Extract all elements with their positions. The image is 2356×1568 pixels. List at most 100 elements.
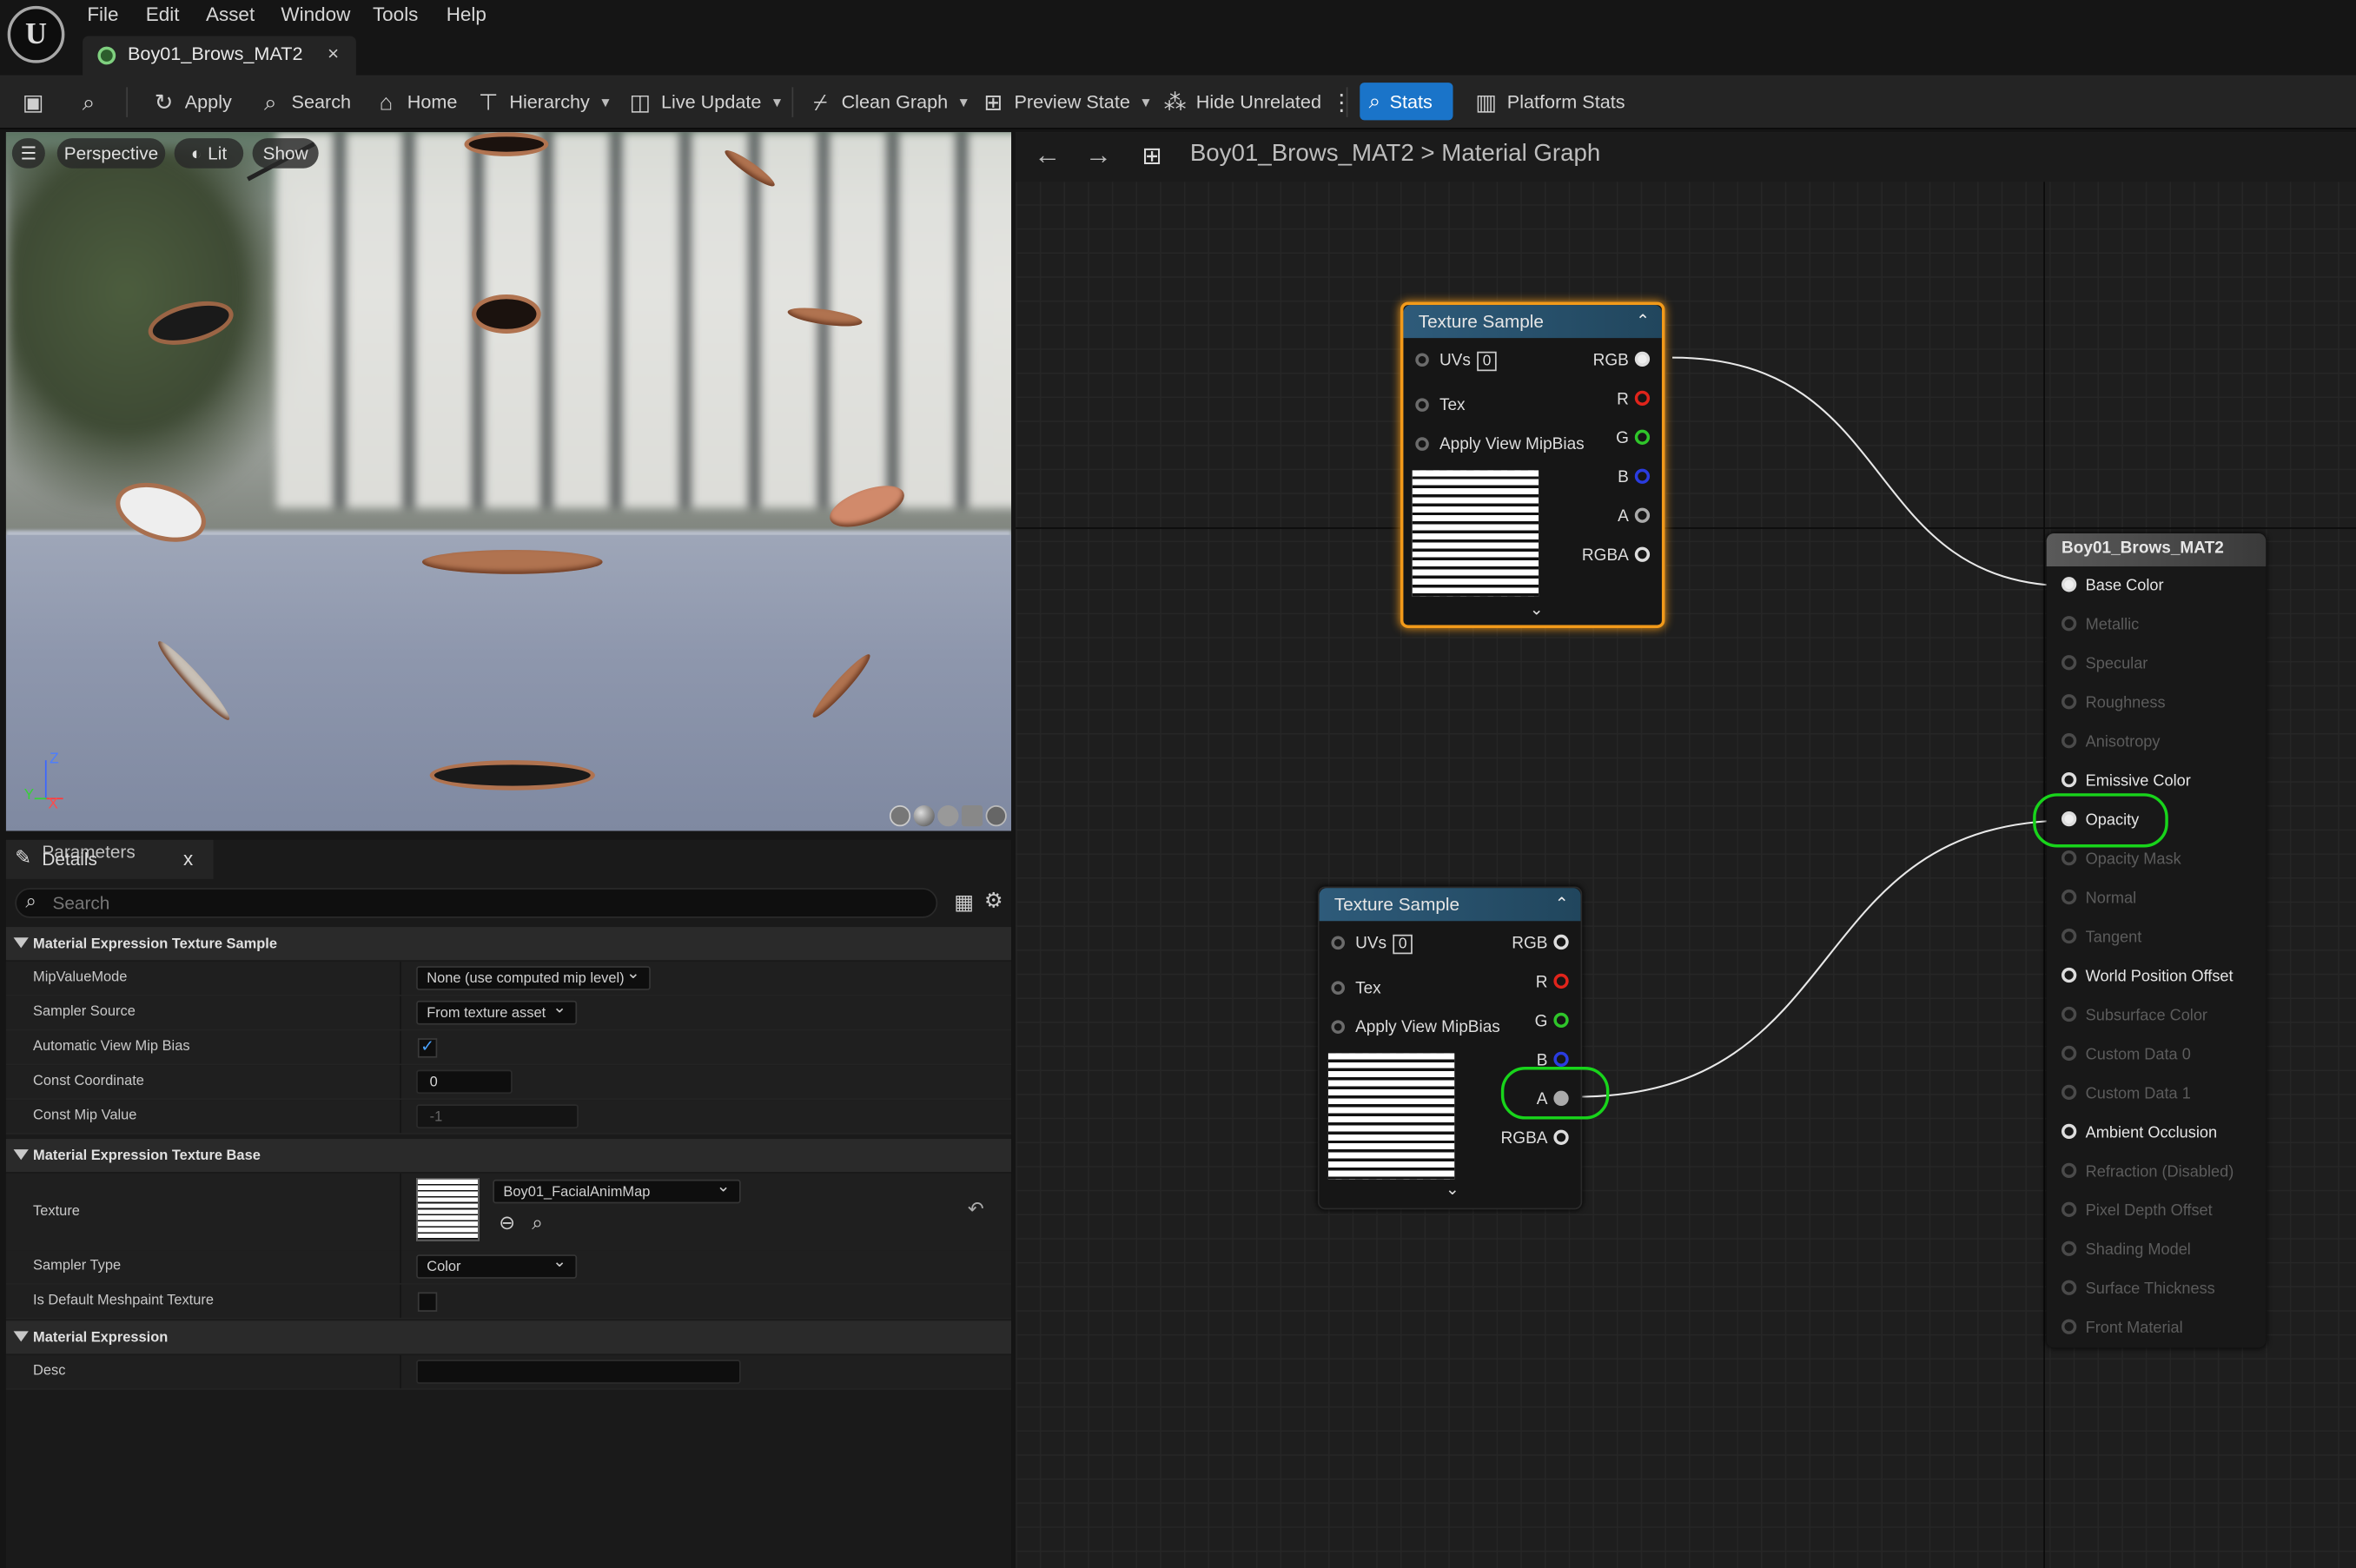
platform-stats-button[interactable]: ▥ Platform Stats bbox=[1474, 75, 1625, 129]
texture-sample-node-1[interactable]: Texture Sample ⌃ UVs 0 Tex Apply View MipB… bbox=[1400, 301, 1665, 628]
collapse-chevron-icon[interactable]: ⌃ bbox=[1555, 894, 1569, 914]
settings-gear-icon[interactable]: ⚙ bbox=[984, 888, 1003, 913]
auto-view-mip-bias-checkbox[interactable]: ✓ bbox=[417, 1038, 438, 1058]
output-pin-g[interactable]: G bbox=[1616, 429, 1651, 447]
expand-chevron-icon[interactable]: ⌄ bbox=[1530, 599, 1544, 619]
material-input-pin[interactable]: Anisotropy bbox=[2061, 733, 2160, 751]
menu-window[interactable]: Window bbox=[281, 3, 350, 25]
material-input-pin[interactable]: Custom Data 0 bbox=[2061, 1045, 2191, 1064]
lit-button[interactable]: ◐ Lit bbox=[174, 138, 244, 169]
input-pin-mipbias[interactable]: Apply View MipBias bbox=[1415, 436, 1585, 453]
material-result-node[interactable]: Boy01_Brows_MAT2 Base Color Metallic Specu… bbox=[2046, 533, 2267, 1348]
output-pin-r[interactable]: R bbox=[1536, 973, 1569, 992]
save-button[interactable]: ▣ bbox=[21, 75, 45, 129]
texture-thumbnail[interactable] bbox=[416, 1177, 480, 1241]
mip-value-mode-dropdown[interactable]: None (use computed mip level) bbox=[416, 963, 651, 990]
use-selected-asset-icon[interactable]: ⊖ bbox=[499, 1211, 515, 1235]
texture-asset-dropdown[interactable]: Boy01_FacialAnimMap bbox=[493, 1176, 741, 1204]
const-mip-value-input[interactable]: -1 bbox=[416, 1104, 579, 1128]
teapot-preview-icon[interactable] bbox=[985, 805, 1007, 827]
material-input-pin[interactable]: Custom Data 1 bbox=[2061, 1084, 2191, 1103]
stats-button[interactable]: ⌕ Stats bbox=[1360, 83, 1453, 121]
material-input-pin[interactable]: Specular bbox=[2061, 655, 2148, 673]
sampler-source-dropdown[interactable]: From texture asset bbox=[416, 997, 578, 1025]
material-input-pin[interactable]: Roughness bbox=[2061, 694, 2166, 712]
hide-unrelated-button[interactable]: ⁂ Hide Unrelated ⋮ bbox=[1163, 75, 1353, 129]
menu-asset[interactable]: Asset bbox=[206, 3, 255, 25]
sphere-preview-icon[interactable] bbox=[913, 805, 935, 827]
collapse-chevron-icon[interactable]: ⌃ bbox=[1636, 311, 1650, 331]
home-button[interactable]: ⌂ Home bbox=[374, 75, 458, 129]
material-input-pin[interactable]: Ambient Occlusion bbox=[2061, 1123, 2217, 1141]
cylinder-preview-icon[interactable] bbox=[889, 805, 911, 827]
more-options-icon[interactable]: ⋮ bbox=[1330, 89, 1353, 116]
apply-button[interactable]: ↻ Apply bbox=[152, 75, 232, 129]
show-button[interactable]: Show bbox=[252, 138, 319, 169]
output-pin-rgba[interactable]: RGBA bbox=[1582, 546, 1651, 565]
input-pin-uvs[interactable]: UVs 0 bbox=[1415, 351, 1498, 372]
document-tab[interactable]: Boy01_Brows_MAT2 × bbox=[83, 36, 356, 76]
preview-state-dropdown[interactable]: ⊞ Preview State ▼ bbox=[981, 75, 1152, 129]
default-meshpaint-checkbox[interactable] bbox=[417, 1292, 438, 1312]
input-pin-tex[interactable]: Tex bbox=[1415, 397, 1466, 414]
uv-index-input[interactable]: 0 bbox=[1476, 351, 1498, 372]
output-pin-rgb[interactable]: RGB bbox=[1512, 934, 1569, 953]
sampler-type-dropdown[interactable]: Color bbox=[416, 1252, 578, 1279]
material-input-pin[interactable]: Shading Model bbox=[2061, 1241, 2191, 1259]
material-input-pin[interactable]: Metallic bbox=[2061, 616, 2139, 634]
browse-button[interactable]: ⌕ bbox=[76, 75, 101, 129]
menu-file[interactable]: File bbox=[87, 3, 118, 25]
output-pin-rgba[interactable]: RGBA bbox=[1501, 1129, 1569, 1148]
details-tab[interactable]: ✎ Parameters Details x bbox=[5, 839, 214, 879]
cube-preview-icon[interactable] bbox=[961, 805, 983, 827]
output-pin-g[interactable]: G bbox=[1535, 1012, 1569, 1030]
uv-index-input[interactable]: 0 bbox=[1392, 934, 1413, 955]
perspective-button[interactable]: Perspective bbox=[56, 138, 166, 169]
const-coordinate-input[interactable]: 0 bbox=[416, 1069, 513, 1095]
material-input-pin[interactable]: Base Color bbox=[2061, 577, 2164, 595]
close-tab-icon[interactable]: × bbox=[328, 42, 339, 64]
material-input-pin[interactable]: World Position Offset bbox=[2061, 967, 2234, 986]
unreal-logo-icon[interactable]: U bbox=[7, 5, 65, 63]
browse-asset-icon[interactable]: ⌕ bbox=[532, 1211, 543, 1235]
preview-mesh-selector[interactable] bbox=[889, 805, 1007, 827]
input-pin-mipbias[interactable]: Apply View MipBias bbox=[1331, 1019, 1500, 1036]
material-input-pin[interactable]: Subsurface Color bbox=[2061, 1006, 2207, 1025]
menu-tools[interactable]: Tools bbox=[373, 3, 419, 25]
node-header[interactable]: Boy01_Brows_MAT2 bbox=[2046, 533, 2267, 567]
material-input-pin[interactable]: Opacity Mask bbox=[2061, 850, 2181, 869]
node-header[interactable]: Texture Sample ⌃ bbox=[1319, 888, 1581, 922]
texture-sample-node-2[interactable]: Texture Sample ⌃ UVs 0 Tex Apply View MipB… bbox=[1317, 886, 1583, 1210]
details-search-input[interactable]: ⌕ Search bbox=[15, 888, 938, 918]
material-input-pin[interactable]: Surface Thickness bbox=[2061, 1280, 2215, 1298]
reset-to-default-icon[interactable]: ↶ bbox=[968, 1197, 984, 1221]
output-pin-a[interactable]: A bbox=[1618, 507, 1651, 526]
output-pin-rgb[interactable]: RGB bbox=[1593, 351, 1651, 369]
material-input-pin[interactable]: Refraction (Disabled) bbox=[2061, 1162, 2234, 1181]
material-input-pin[interactable]: Tangent bbox=[2061, 928, 2141, 947]
node-header[interactable]: Texture Sample ⌃ bbox=[1403, 305, 1662, 339]
input-pin-tex[interactable]: Tex bbox=[1331, 980, 1381, 997]
preview-viewport[interactable]: ☰ Perspective ◐ Lit Show Z Y X bbox=[5, 132, 1012, 831]
table-view-icon[interactable]: ▦ bbox=[954, 890, 974, 915]
material-input-pin[interactable]: Emissive Color bbox=[2061, 772, 2191, 791]
menu-edit[interactable]: Edit bbox=[146, 3, 180, 25]
close-details-icon[interactable]: x bbox=[183, 847, 193, 870]
section-texture-base[interactable]: Material Expression Texture Base bbox=[5, 1139, 1012, 1173]
output-pin-b[interactable]: B bbox=[1618, 468, 1651, 486]
clean-graph-dropdown[interactable]: ⌿ Clean Graph ▼ bbox=[809, 75, 970, 129]
search-button[interactable]: ⌕ Search bbox=[258, 75, 351, 129]
section-texture-sample[interactable]: Material Expression Texture Sample bbox=[5, 927, 1012, 961]
desc-input[interactable] bbox=[416, 1360, 741, 1384]
material-input-pin[interactable]: Normal bbox=[2061, 889, 2136, 908]
output-pin-r[interactable]: R bbox=[1617, 390, 1651, 408]
input-pin-uvs[interactable]: UVs 0 bbox=[1331, 934, 1413, 955]
expand-chevron-icon[interactable]: ⌄ bbox=[1446, 1180, 1459, 1199]
live-update-dropdown[interactable]: ◫ Live Update ▼ bbox=[628, 75, 784, 129]
hierarchy-dropdown[interactable]: ⊤ Hierarchy ▼ bbox=[476, 75, 612, 129]
menu-help[interactable]: Help bbox=[447, 3, 486, 25]
material-graph-canvas[interactable]: ← → ⊞ Boy01_Brows_MAT2 > Material Graph … bbox=[1016, 132, 2356, 1568]
plane-preview-icon[interactable] bbox=[937, 805, 959, 827]
section-material-expression[interactable]: Material Expression bbox=[5, 1320, 1012, 1354]
viewport-menu-button[interactable]: ☰ bbox=[11, 138, 45, 169]
